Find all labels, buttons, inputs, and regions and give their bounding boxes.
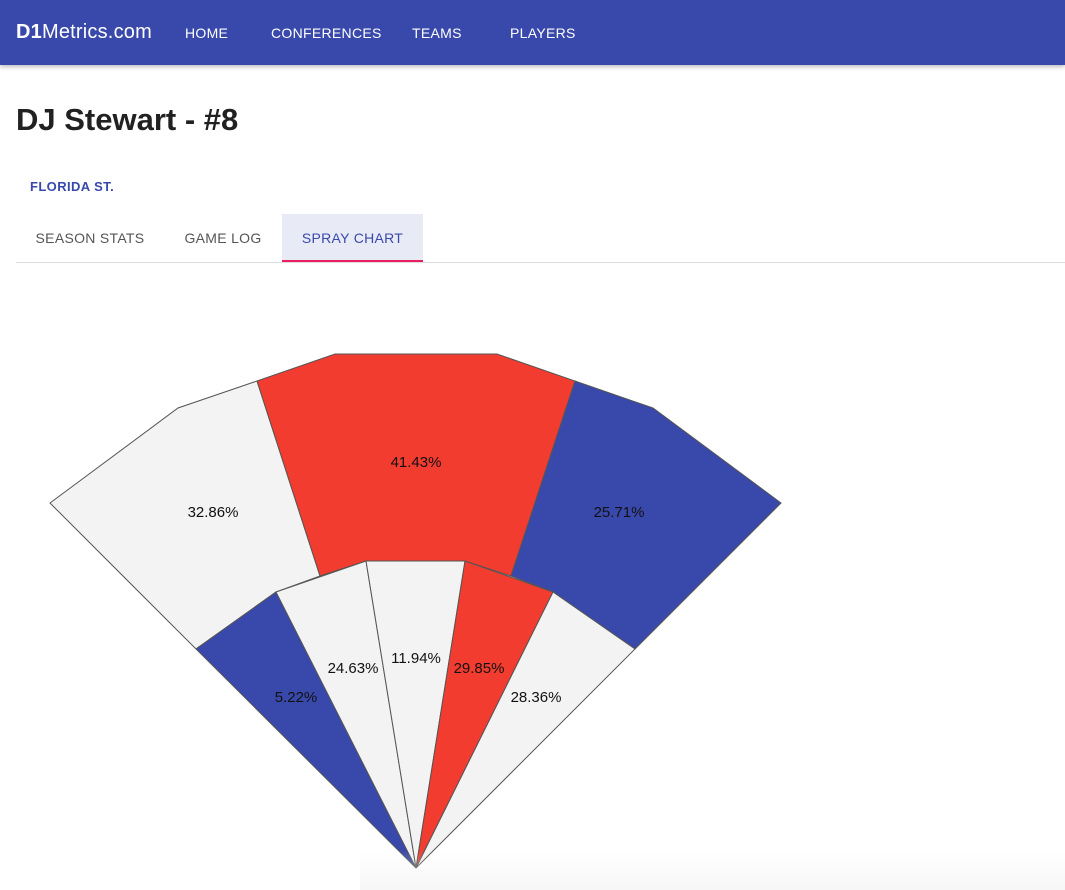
- page-title: DJ Stewart - #8: [16, 102, 239, 137]
- infield-label-left-side: 24.63%: [328, 660, 379, 677]
- tab-bar: SEASON STATS GAME LOG SPRAY CHART: [16, 214, 1065, 263]
- nav-players[interactable]: PLAYERS: [510, 25, 576, 41]
- brand-logo[interactable]: D1Metrics.com: [16, 21, 152, 44]
- tab-spray-chart[interactable]: SPRAY CHART: [282, 214, 423, 262]
- outfield-label-right: 25.71%: [594, 504, 645, 521]
- outfield-label-center: 41.43%: [391, 454, 442, 471]
- infield-label-middle: 11.94%: [391, 650, 441, 667]
- nav-conferences[interactable]: CONFERENCES: [271, 25, 382, 41]
- infield-label-right-line: 28.36%: [511, 689, 562, 706]
- brand-bold: D1: [16, 21, 42, 43]
- nav-teams[interactable]: TEAMS: [412, 25, 462, 41]
- tab-game-log[interactable]: GAME LOG: [164, 214, 282, 262]
- brand-rest: Metrics.com: [41, 21, 152, 43]
- app-bar: D1Metrics.com HOME CONFERENCES TEAMS PLA…: [0, 0, 1065, 65]
- nav-home[interactable]: HOME: [185, 25, 228, 41]
- infield-label-left-line: 5.22%: [275, 689, 318, 706]
- bottom-shadow: [360, 850, 1065, 890]
- team-link[interactable]: FLORIDA ST.: [30, 179, 114, 194]
- outfield-label-left: 32.86%: [188, 504, 239, 521]
- infield-label-right-side: 29.85%: [454, 660, 505, 677]
- tab-season-stats[interactable]: SEASON STATS: [16, 214, 164, 262]
- spray-chart: 32.86% 41.43% 25.71% 5.22% 24.63% 11.94% 29.85…: [49, 353, 782, 869]
